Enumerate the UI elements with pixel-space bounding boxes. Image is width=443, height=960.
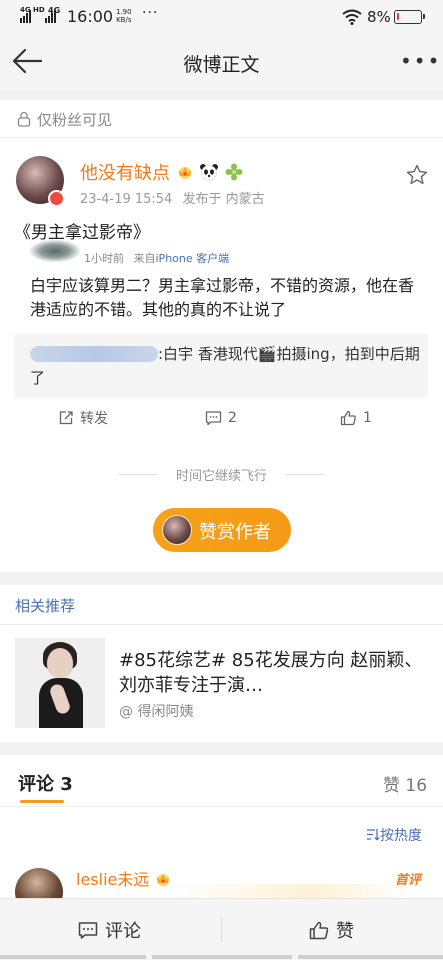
- like-count: 1: [363, 410, 372, 426]
- reward-author-button[interactable]: 赞赏作者: [153, 508, 291, 552]
- network-type: 4G HD: [20, 6, 45, 14]
- thumbs-up-icon: [309, 921, 329, 939]
- blurred-avatar: [30, 240, 80, 262]
- sub-source-prefix: 来自: [133, 252, 156, 265]
- visibility-label: 仅粉丝可见: [37, 111, 113, 129]
- plant-icon: [225, 163, 243, 186]
- post-timestamp: 23-4-19 15:54: [80, 192, 173, 207]
- bottom-action-bar: 评论 赞: [0, 898, 443, 960]
- bottom-like-label: 赞: [336, 921, 354, 942]
- lock-icon: [17, 111, 31, 127]
- related-source[interactable]: @ 得闲阿姨: [119, 701, 193, 721]
- comment-count: 2: [228, 410, 237, 426]
- panda-icon: [199, 163, 219, 186]
- bottom-comment-label: 评论: [105, 921, 141, 942]
- system-nav-indicator: [0, 955, 146, 959]
- sub-time: 1小时前: [84, 252, 124, 265]
- verified-badge-icon: [48, 190, 65, 207]
- post-body: 白宇应该算男二？男主拿过影帝，不错的资源，他在香港适应的不错。其他的真的不让说了: [30, 276, 415, 319]
- system-nav-indicator: [298, 955, 443, 959]
- nav-bar: 微博正文 •••: [0, 34, 443, 90]
- repost-button[interactable]: 转发: [58, 407, 108, 429]
- visibility-bar: 仅粉丝可见: [0, 100, 443, 138]
- comment-button[interactable]: 2: [205, 407, 237, 429]
- more-options-icon[interactable]: •••: [400, 49, 441, 73]
- bottom-comment-button[interactable]: 评论: [78, 917, 141, 943]
- battery-icon: [394, 10, 425, 24]
- repost-label: 转发: [80, 411, 108, 427]
- sub-meta: 1小时前 来自iPhone 客户端: [84, 250, 229, 266]
- favorite-star-icon[interactable]: [405, 163, 429, 187]
- post-meta: 23-4-19 15:54 发布于 内蒙古: [80, 188, 271, 207]
- status-bar: 4G HD 4G 16:00 1.90 KB/s ··· 8%: [0, 0, 443, 34]
- quoted-content[interactable]: :白宇 香港现代🎬拍摄ing，拍到中后期了: [14, 334, 428, 398]
- sort-by-hot-button[interactable]: 按热度: [366, 825, 422, 845]
- commenter-name[interactable]: leslie未远: [76, 866, 172, 891]
- net-speed-value: 1.90: [116, 8, 132, 16]
- notification-more-icon: ···: [142, 5, 159, 21]
- like-button[interactable]: 1: [340, 407, 372, 429]
- related-thumbnail[interactable]: [15, 638, 105, 728]
- author-name-text: 他没有缺点: [80, 163, 170, 184]
- tab-likes[interactable]: 赞 16: [383, 771, 427, 796]
- reward-avatar: [162, 515, 192, 545]
- related-label: 相关推荐: [15, 597, 76, 615]
- system-nav-indicator: [152, 955, 292, 959]
- thumbs-up-icon: [340, 410, 356, 426]
- bottom-like-button[interactable]: 赞: [309, 917, 354, 943]
- reward-label: 赞赏作者: [199, 522, 271, 543]
- sub-source[interactable]: iPhone 客户端: [156, 252, 230, 265]
- network-type-2: 4G: [48, 6, 61, 15]
- first-comment-badge: 首评: [395, 873, 422, 888]
- thumb-face: [47, 648, 73, 678]
- sort-label: 按热度: [380, 828, 422, 844]
- section-gap: [0, 90, 443, 100]
- author-name[interactable]: 他没有缺点: [80, 159, 243, 186]
- net-speed: 1.90 KB/s: [116, 8, 132, 24]
- post-location: 发布于 内蒙古: [182, 192, 265, 207]
- repost-icon: [59, 411, 73, 425]
- net-speed-unit: KB/s: [116, 16, 132, 24]
- bottom-separator: [221, 917, 222, 943]
- crown-icon: [176, 164, 194, 185]
- battery-percent: 8%: [367, 8, 391, 26]
- clock: 16:00: [67, 7, 114, 26]
- wifi-icon: [342, 9, 362, 25]
- commenter-name-text: leslie未远: [76, 870, 150, 889]
- section-gap: [0, 572, 443, 585]
- tab-comments[interactable]: 评论 3: [18, 770, 73, 796]
- comment-highlight-strip: [170, 884, 410, 898]
- tabs-divider: [0, 806, 443, 807]
- post-title: 《男主拿过影帝》: [14, 223, 150, 243]
- tab-underline: [20, 800, 64, 803]
- related-header: 相关推荐: [0, 585, 443, 625]
- related-title[interactable]: #85花综艺# 85花发展方向 赵丽颖、刘亦菲专注于演…: [119, 648, 429, 698]
- quote-text: :白宇 香港现代🎬拍摄ing，拍到中后期了: [30, 345, 420, 387]
- comment-icon: [78, 921, 98, 939]
- sort-icon: [367, 829, 380, 841]
- comment-icon: [205, 411, 222, 426]
- page-title: 微博正文: [183, 54, 260, 76]
- battery-level: [397, 13, 399, 20]
- section-gap: [0, 742, 443, 755]
- divider-text: 时间它继续飞行: [175, 469, 267, 484]
